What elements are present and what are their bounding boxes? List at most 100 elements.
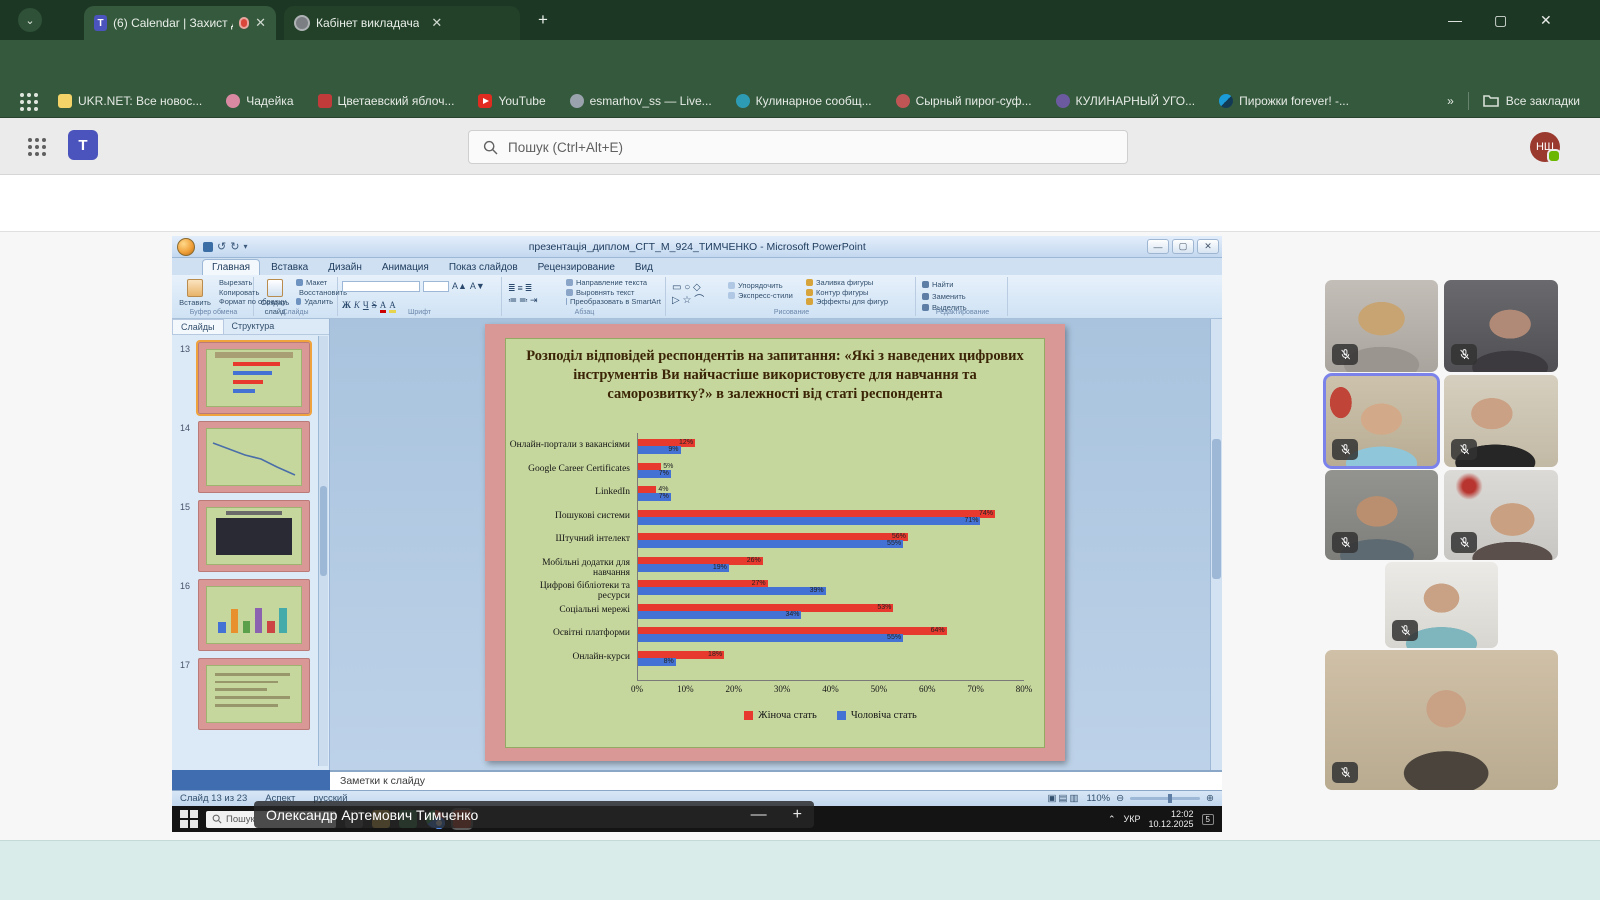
teams-logo-icon[interactable]: T bbox=[68, 130, 98, 160]
bookmark-item[interactable]: КУЛИНАРНЫЙ УГО... bbox=[1056, 94, 1196, 108]
ribbon-tab-Анимация[interactable]: Анимация bbox=[373, 260, 438, 275]
ribbon-button-Эффекты для фигур[interactable]: Эффекты для фигур bbox=[806, 297, 910, 307]
participant-video[interactable] bbox=[1444, 280, 1558, 372]
participant-video[interactable] bbox=[1444, 375, 1558, 467]
meeting-stage: ↺ ↻ ▾ презентація_диплом_СГТ_М_924_ТИМЧЕ… bbox=[0, 232, 1600, 840]
teams-search-input[interactable]: Пошук (Ctrl+Alt+E) bbox=[468, 130, 1128, 164]
redo-icon[interactable]: ↻ bbox=[230, 240, 239, 253]
window-close-button[interactable]: ✕ bbox=[1540, 12, 1552, 29]
slide-thumbnail[interactable] bbox=[198, 500, 310, 572]
ribbon-button-Заменить[interactable]: Заменить bbox=[922, 292, 1003, 302]
ribbon-button-Формат по образцу[interactable]: Формат по образцу bbox=[216, 297, 249, 307]
participant-video[interactable] bbox=[1444, 470, 1558, 560]
ribbon-button-Экспресс-стили[interactable]: Экспресс-стили bbox=[728, 291, 806, 301]
panel-scrollbar[interactable] bbox=[318, 336, 328, 766]
save-icon[interactable] bbox=[203, 242, 213, 252]
teams-avatar[interactable]: НШ bbox=[1530, 132, 1560, 162]
window-maximize-button[interactable]: ▢ bbox=[1494, 12, 1507, 29]
ppt-minimize-button[interactable]: — bbox=[1147, 239, 1169, 254]
ribbon-button-Выровнять текст[interactable]: Выровнять текст bbox=[566, 288, 661, 298]
chart-category-label: Соціальні мережі bbox=[506, 605, 630, 615]
bookmark-item[interactable]: Пирожки forever! -... bbox=[1219, 94, 1349, 108]
ribbon-tab-Главная[interactable]: Главная bbox=[202, 259, 260, 275]
font-name-box[interactable] bbox=[342, 281, 420, 292]
align-buttons[interactable]: ≣≡≣ ≔≕⇥ bbox=[508, 278, 564, 306]
bookmark-item[interactable]: esmarhov_ss — Live... bbox=[570, 94, 712, 108]
notes-pane[interactable]: Заметки к слайду bbox=[330, 770, 1222, 790]
slide-thumbnail[interactable] bbox=[198, 421, 310, 493]
bookmark-label: Чадейка bbox=[246, 94, 293, 108]
share-zoom-in-button[interactable]: + bbox=[793, 806, 802, 824]
tab-slides[interactable]: Слайды bbox=[172, 319, 224, 334]
tray-expand-icon[interactable]: ⌃ bbox=[1108, 814, 1116, 825]
participant-video[interactable] bbox=[1325, 280, 1438, 372]
bookmark-item[interactable]: YouTube bbox=[478, 94, 545, 108]
font-size-box[interactable] bbox=[423, 281, 449, 292]
chart-bar bbox=[637, 587, 826, 595]
app-launcher-icon[interactable] bbox=[28, 138, 46, 156]
ribbon-button-Контур фигуры[interactable]: Контур фигуры bbox=[806, 288, 910, 298]
bookmark-item[interactable]: Сырный пирог-суф... bbox=[896, 94, 1032, 108]
all-bookmarks-button[interactable]: Все закладки bbox=[1483, 94, 1580, 108]
grow-font-icon[interactable]: A▲ bbox=[452, 281, 467, 292]
presenter-start-icon[interactable] bbox=[180, 810, 198, 828]
ribbon-button-Макет[interactable]: Макет bbox=[296, 278, 333, 288]
shapes-gallery[interactable]: ▭ ○ ◇ ▷ ☆ ⌒ bbox=[672, 278, 728, 307]
ribbon-button-Восстановить[interactable]: Восстановить bbox=[296, 288, 333, 298]
ribbon-tab-Дизайн[interactable]: Дизайн bbox=[319, 260, 371, 275]
ribbon-button-Удалить[interactable]: Удалить bbox=[296, 297, 333, 307]
slide-thumbnail[interactable] bbox=[198, 579, 310, 651]
ribbon-tab-Рецензирование[interactable]: Рецензирование bbox=[529, 260, 624, 275]
tab-outline[interactable]: Структура bbox=[224, 319, 283, 334]
ppt-close-button[interactable]: ✕ bbox=[1197, 239, 1219, 254]
thumbnail-wrap: 13 bbox=[198, 342, 319, 414]
zoom-slider[interactable] bbox=[1130, 797, 1200, 800]
ribbon-tab-Вид[interactable]: Вид bbox=[626, 260, 662, 275]
window-minimize-button[interactable]: — bbox=[1448, 12, 1462, 28]
bookmarks-overflow-button[interactable]: » bbox=[1447, 94, 1454, 108]
shrink-font-icon[interactable]: A▼ bbox=[470, 281, 485, 292]
zoom-in-icon[interactable]: ⊕ bbox=[1206, 793, 1214, 804]
browser-tab-teams[interactable]: T (6) Calendar | Захист Дипл ✕ bbox=[84, 6, 276, 40]
ribbon-button-Упорядочить[interactable]: Упорядочить bbox=[728, 281, 806, 291]
share-zoom-out-button[interactable]: — bbox=[751, 806, 767, 824]
zoom-out-icon[interactable]: ⊖ bbox=[1116, 793, 1124, 804]
ribbon-button-Копировать[interactable]: Копировать bbox=[216, 288, 249, 298]
browser-tab-cabinet[interactable]: Кабінет викладача ✕ bbox=[284, 6, 520, 40]
zoom-level: 110% bbox=[1086, 793, 1110, 804]
view-buttons[interactable]: ▣▤▥ bbox=[1048, 793, 1081, 804]
ribbon-button-Заливка фигуры[interactable]: Заливка фигуры bbox=[806, 278, 910, 288]
tray-lang[interactable]: УКР bbox=[1124, 814, 1141, 824]
slide-editing-area: Розподіл відповідей респондентів на запи… bbox=[330, 319, 1222, 770]
slide-scrollbar[interactable] bbox=[1210, 319, 1222, 770]
slide-thumbnail[interactable] bbox=[198, 342, 310, 414]
tab-search-button[interactable]: ⌄ bbox=[18, 8, 42, 32]
tab-close-icon[interactable]: ✕ bbox=[431, 15, 442, 31]
participant-video[interactable] bbox=[1325, 650, 1558, 790]
ribbon-tab-Вставка[interactable]: Вставка bbox=[262, 260, 317, 275]
thumbnail-number: 14 bbox=[180, 423, 190, 433]
office-button[interactable] bbox=[177, 238, 195, 256]
bookmark-item[interactable]: UKR.NET: Все новос... bbox=[58, 94, 202, 108]
participant-video[interactable] bbox=[1325, 375, 1438, 467]
ribbon-button-Направление текста[interactable]: Направление текста bbox=[566, 278, 661, 288]
participant-video[interactable] bbox=[1325, 470, 1438, 560]
ribbon-button-Преобразовать в SmartArt[interactable]: Преобразовать в SmartArt bbox=[566, 297, 661, 307]
ppt-maximize-button[interactable]: ▢ bbox=[1172, 239, 1194, 254]
tab-close-icon[interactable]: ✕ bbox=[255, 15, 266, 31]
ribbon-tab-Показ слайдов[interactable]: Показ слайдов bbox=[440, 260, 527, 275]
bookmark-item[interactable]: Цветаевский яблоч... bbox=[318, 94, 455, 108]
ribbon-button-Вырезать[interactable]: Вырезать bbox=[216, 278, 249, 288]
ribbon-button-Найти[interactable]: Найти bbox=[922, 280, 1003, 290]
new-tab-button[interactable]: + bbox=[538, 10, 548, 30]
bookmark-item[interactable]: Кулинарное сообщ... bbox=[736, 94, 872, 108]
notification-badge[interactable]: 5 bbox=[1202, 814, 1214, 825]
undo-icon[interactable]: ↺ bbox=[217, 240, 226, 253]
screen: ⌄ T (6) Calendar | Захист Дипл ✕ Кабінет… bbox=[0, 0, 1600, 900]
thumbnail-content bbox=[206, 349, 302, 407]
paste-button[interactable]: Вставить bbox=[178, 278, 212, 307]
slide-thumbnail[interactable] bbox=[198, 658, 310, 730]
participant-video[interactable] bbox=[1385, 562, 1498, 648]
apps-grid-icon[interactable] bbox=[20, 93, 38, 111]
bookmark-item[interactable]: Чадейка bbox=[226, 94, 293, 108]
